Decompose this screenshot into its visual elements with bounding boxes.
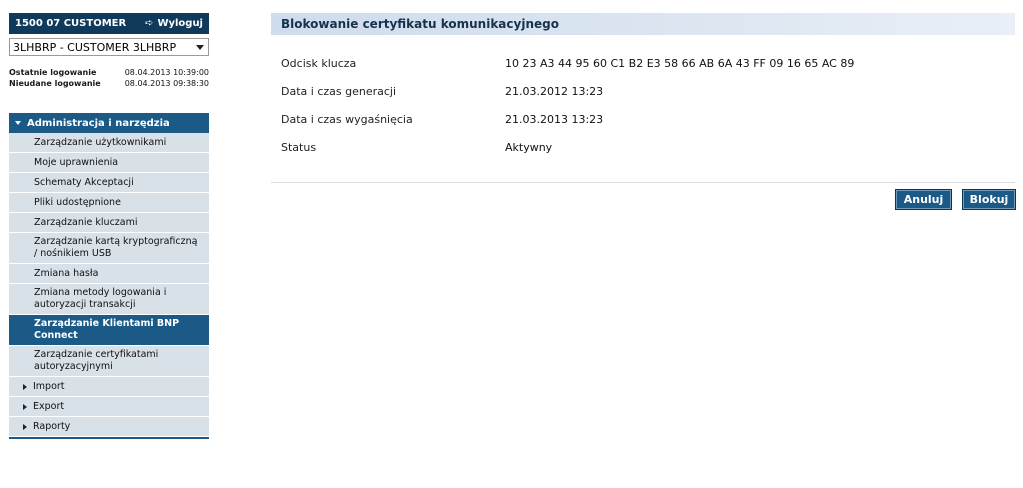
cancel-button[interactable]: Anuluj (895, 189, 952, 210)
menu-item-change-password[interactable]: Zmiana hasła (9, 264, 209, 284)
page-title-text: Blokowanie certyfikatu komunikacyjnego (281, 17, 559, 31)
page-title: Blokowanie certyfikatu komunikacyjnego (271, 13, 1015, 35)
menu-item-label: Zmiana metody logowania i autoryzacji tr… (34, 287, 167, 310)
menu-item-label: Zarządzanie Klientami BNP Connect (34, 318, 180, 341)
menu-item-key-management[interactable]: Zarządzanie kluczami (9, 213, 209, 233)
menu-bottom-divider (9, 437, 209, 439)
logout-button[interactable]: ➪ Wyloguj (145, 18, 203, 29)
divider (271, 182, 1015, 183)
detail-label: Data i czas generacji (281, 84, 397, 98)
menu-section-label: Export (33, 400, 65, 412)
menu-section-import[interactable]: Import (9, 377, 209, 397)
menu-item-bnp-connect-clients[interactable]: Zarządzanie Klientami BNP Connect (9, 315, 209, 346)
chevron-down-icon (196, 44, 204, 50)
detail-value: 21.03.2013 13:23 (505, 112, 604, 126)
detail-value: 10 23 A3 44 95 60 C1 B2 E3 58 66 AB 6A 4… (505, 56, 855, 70)
menu-item-label: Pliki udostępnione (34, 196, 121, 208)
detail-value: 21.03.2012 13:23 (505, 84, 604, 98)
last-login-row: Ostatnie logowanie 08.04.2013 10:39:00 (9, 67, 209, 78)
logout-icon: ➪ (145, 18, 154, 29)
nav-menu: Administracja i narzędzia Zarządzanie uż… (9, 113, 209, 439)
menu-item-user-management[interactable]: Zarządzanie użytkownikami (9, 133, 209, 153)
triangle-right-icon (23, 423, 27, 430)
menu-item-label: Moje uprawnienia (34, 156, 119, 168)
certificate-details: Odcisk klucza 10 23 A3 44 95 60 C1 B2 E3… (271, 49, 1015, 161)
menu-section-title: Administracja i narzędzia (27, 117, 170, 129)
menu-item-shared-files[interactable]: Pliki udostępnione (9, 193, 209, 213)
triangle-down-icon (15, 121, 21, 125)
detail-row-fingerprint: Odcisk klucza 10 23 A3 44 95 60 C1 B2 E3… (271, 49, 1015, 77)
menu-item-auth-certificates[interactable]: Zarządzanie certyfikatami autoryzacyjnym… (9, 346, 209, 377)
client-select-value: 3LHBRP - CUSTOMER 3LHBRP (13, 40, 177, 54)
login-info: Ostatnie logowanie 08.04.2013 10:39:00 N… (9, 67, 209, 89)
menu-section-export[interactable]: Export (9, 397, 209, 417)
block-button[interactable]: Blokuj (962, 189, 1016, 210)
last-login-value: 08.04.2013 10:39:00 (124, 68, 209, 77)
client-select[interactable]: 3LHBRP - CUSTOMER 3LHBRP (9, 38, 209, 56)
main-content: Blokowanie certyfikatu komunikacyjnego O… (271, 13, 1015, 183)
menu-section-admin[interactable]: Administracja i narzędzia (9, 113, 209, 133)
detail-row-status: Status Aktywny (271, 133, 1015, 161)
triangle-right-icon (23, 403, 27, 410)
status-value: Aktywny (505, 140, 553, 154)
triangle-right-icon (23, 383, 27, 390)
action-buttons: Anuluj Blokuj (895, 189, 1016, 210)
menu-item-crypto-card[interactable]: Zarządzanie kartą kryptograficzną / nośn… (9, 233, 209, 264)
user-bar: 1500 07 CUSTOMER ➪ Wyloguj (9, 13, 209, 34)
menu-item-approval-schemes[interactable]: Schematy Akceptacji (9, 173, 209, 193)
detail-label: Data i czas wygaśnięcia (281, 112, 413, 126)
failed-login-label: Nieudane logowanie (9, 79, 101, 88)
logout-label: Wyloguj (157, 18, 203, 29)
menu-item-login-method[interactable]: Zmiana metody logowania i autoryzacji tr… (9, 284, 209, 315)
failed-login-value: 08.04.2013 09:38:30 (124, 79, 209, 88)
menu-item-label: Schematy Akceptacji (34, 176, 134, 188)
menu-item-label: Zarządzanie certyfikatami autoryzacyjnym… (34, 349, 159, 372)
menu-section-label: Import (33, 380, 65, 392)
detail-row-generated: Data i czas generacji 21.03.2012 13:23 (271, 77, 1015, 105)
detail-label: Status (281, 140, 317, 154)
detail-label: Odcisk klucza (281, 56, 357, 70)
menu-section-label: Raporty (33, 420, 71, 432)
account-label: 1500 07 CUSTOMER (15, 18, 127, 29)
failed-login-row: Nieudane logowanie 08.04.2013 09:38:30 (9, 78, 209, 89)
last-login-label: Ostatnie logowanie (9, 68, 97, 77)
menu-item-label: Zarządzanie kluczami (34, 216, 138, 228)
detail-row-expires: Data i czas wygaśnięcia 21.03.2013 13:23 (271, 105, 1015, 133)
sidebar: 1500 07 CUSTOMER ➪ Wyloguj 3LHBRP - CUST… (9, 13, 209, 439)
menu-item-label: Zarządzanie użytkownikami (34, 136, 167, 148)
menu-section-reports[interactable]: Raporty (9, 417, 209, 437)
menu-item-my-permissions[interactable]: Moje uprawnienia (9, 153, 209, 173)
menu-item-label: Zmiana hasła (34, 267, 99, 279)
menu-item-label: Zarządzanie kartą kryptograficzną / nośn… (34, 236, 198, 259)
